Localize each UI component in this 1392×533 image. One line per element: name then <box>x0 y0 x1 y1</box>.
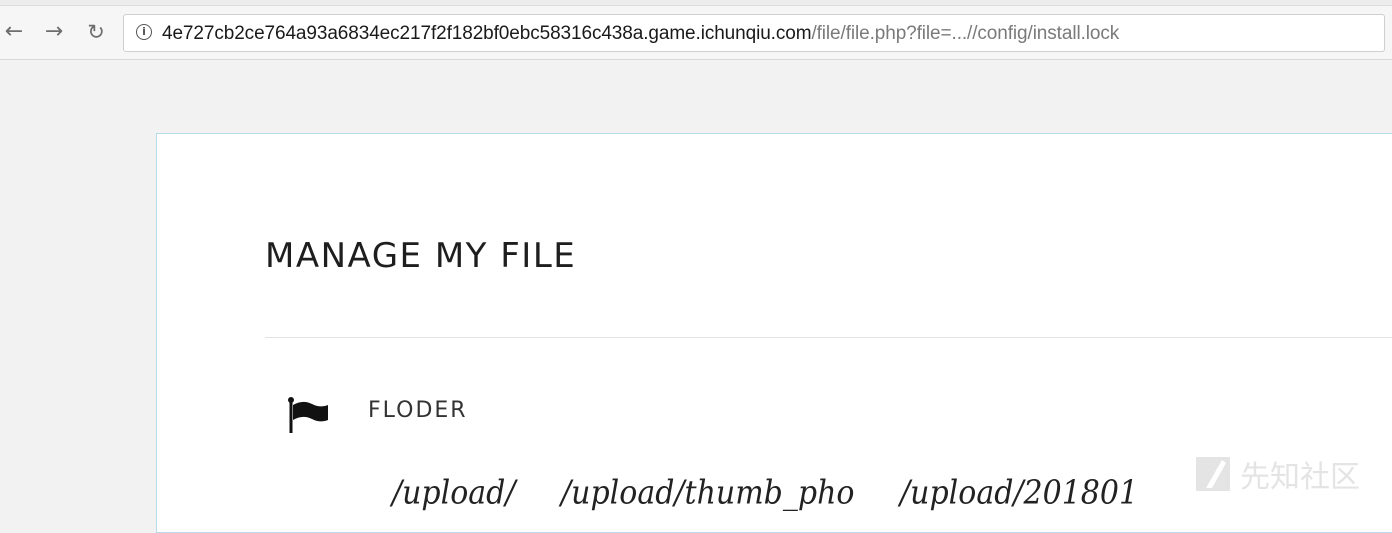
folder-section-label: FLODER <box>368 398 468 423</box>
url-text[interactable]: 4e727cb2ce764a93a6834ec217f2f182bf0ebc58… <box>162 23 1119 45</box>
url-host: 4e727cb2ce764a93a6834ec217f2f182bf0ebc58… <box>162 23 812 44</box>
info-icon[interactable]: i <box>136 24 152 40</box>
flag-icon <box>288 397 328 433</box>
watermark-text: 先知社区 <box>1240 460 1360 495</box>
watermark-logo-icon <box>1196 457 1230 491</box>
address-bar[interactable]: i 4e727cb2ce764a93a6834ec217f2f182bf0ebc… <box>123 14 1385 52</box>
browser-toolbar: ← → ↻ i 4e727cb2ce764a93a6834ec217f2f182… <box>0 0 1392 60</box>
reload-icon[interactable]: ↻ <box>82 18 110 46</box>
folder-link-201801[interactable]: /upload/201801 <box>900 474 1138 513</box>
folder-link-upload[interactable]: /upload/ <box>392 474 516 513</box>
folder-list: /upload/ /upload/thumb_pho /upload/20180… <box>392 474 1174 513</box>
url-path: /file/file.php?file=...//config/install.… <box>811 23 1120 44</box>
tab-strip-edge <box>0 0 1392 6</box>
back-arrow-icon[interactable]: ← <box>0 18 28 46</box>
watermark: 先知社区 <box>1196 456 1360 495</box>
divider <box>265 337 1392 338</box>
folder-link-thumb[interactable]: /upload/thumb_pho <box>561 474 854 513</box>
page-title: MANAGE MY FILE <box>265 236 577 276</box>
forward-arrow-icon[interactable]: → <box>40 18 68 46</box>
